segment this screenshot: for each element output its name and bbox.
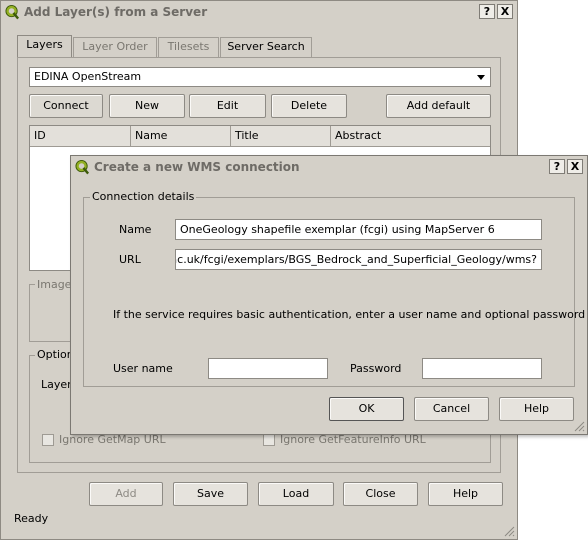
tab-server-search[interactable]: Server Search: [220, 37, 312, 57]
new-wms-connection-dialog: Create a new WMS connection ? X Connecti…: [70, 155, 588, 435]
column-header-abstract[interactable]: Abstract: [331, 126, 490, 147]
dialog-title: Create a new WMS connection: [94, 160, 300, 174]
dialog-help-action-button[interactable]: Help: [499, 397, 574, 421]
qgis-logo-icon: [5, 4, 20, 20]
add-button[interactable]: Add: [89, 482, 163, 506]
auth-note: If the service requires basic authentica…: [113, 308, 586, 321]
tab-layers[interactable]: Layers: [17, 35, 72, 58]
cancel-button[interactable]: Cancel: [414, 397, 489, 421]
image-encoding-label: Image: [35, 278, 74, 291]
server-select[interactable]: EDINA OpenStream: [29, 67, 491, 87]
save-button[interactable]: Save: [173, 482, 248, 506]
ignore-getmap-checkbox[interactable]: [42, 434, 54, 446]
help-button[interactable]: Help: [428, 482, 503, 506]
resize-grip-icon[interactable]: [573, 420, 585, 432]
url-input-value: gc.bgs.ac.uk/fcgi/exemplars/BGS_Bedrock_…: [176, 253, 537, 266]
layer-label: Layer: [41, 378, 72, 391]
url-label: URL: [119, 253, 141, 266]
column-header-id[interactable]: ID: [30, 126, 131, 147]
qgis-logo-icon: [75, 159, 90, 175]
connection-details-label: Connection details: [90, 190, 197, 203]
name-input[interactable]: OneGeology shapefile exemplar (fcgi) usi…: [175, 219, 542, 240]
column-header-name[interactable]: Name: [131, 126, 231, 147]
status-bar-text: Ready: [14, 512, 49, 525]
main-window-title: Add Layer(s) from a Server: [24, 5, 208, 19]
url-input[interactable]: gc.bgs.ac.uk/fcgi/exemplars/BGS_Bedrock_…: [175, 249, 542, 270]
password-label: Password: [350, 362, 402, 375]
username-input[interactable]: [208, 358, 328, 379]
edit-button[interactable]: Edit: [189, 94, 266, 118]
resize-grip-icon[interactable]: [503, 525, 515, 537]
main-close-button[interactable]: X: [497, 4, 513, 19]
username-label: User name: [113, 362, 173, 375]
password-input[interactable]: [422, 358, 542, 379]
connect-button[interactable]: Connect: [29, 94, 103, 118]
name-label: Name: [119, 223, 152, 236]
dialog-help-button[interactable]: ?: [549, 159, 565, 174]
tab-tilesets[interactable]: Tilesets: [158, 37, 219, 57]
load-button[interactable]: Load: [258, 482, 334, 506]
main-titlebar: Add Layer(s) from a Server: [1, 1, 517, 23]
chevron-down-icon: [477, 75, 485, 80]
dialog-close-button[interactable]: X: [567, 159, 583, 174]
dialog-titlebar: Create a new WMS connection: [71, 156, 587, 178]
main-help-button[interactable]: ?: [479, 4, 495, 19]
ok-button[interactable]: OK: [329, 397, 404, 421]
ignore-getfeatureinfo-checkbox[interactable]: [263, 434, 275, 446]
tab-layer-order[interactable]: Layer Order: [73, 37, 157, 57]
column-header-title[interactable]: Title: [231, 126, 331, 147]
delete-button[interactable]: Delete: [271, 94, 347, 118]
server-select-value: EDINA OpenStream: [34, 70, 142, 83]
new-button[interactable]: New: [109, 94, 185, 118]
close-button[interactable]: Close: [343, 482, 418, 506]
add-default-servers-button[interactable]: Add default servers: [386, 94, 491, 134]
